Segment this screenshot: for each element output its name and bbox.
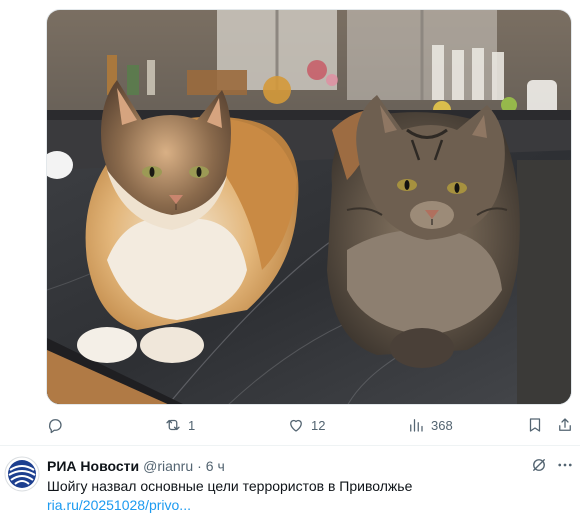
- tweet-divider: [0, 445, 580, 446]
- heart-icon: [290, 419, 302, 432]
- bar-chart-icon: [410, 419, 423, 432]
- repost-count: 1: [188, 417, 196, 433]
- cats-photo-image: [47, 10, 571, 404]
- tweet-text: Шойгу назвал основные цели террористов в…: [47, 478, 413, 494]
- share-icon: [559, 418, 571, 431]
- share-button[interactable]: [556, 412, 574, 438]
- views-count: 368: [431, 417, 453, 433]
- repost-button[interactable]: 1: [164, 412, 195, 438]
- ria-logo-icon: [4, 456, 40, 492]
- like-count: 12: [311, 417, 326, 433]
- grok-icon: [533, 459, 545, 471]
- reply-icon: [49, 419, 62, 434]
- grok-button[interactable]: [530, 456, 548, 474]
- more-dots-icon: [558, 463, 572, 467]
- tweet-time[interactable]: 6 ч: [206, 458, 225, 474]
- tweet-link[interactable]: ria.ru/20251028/privo...: [47, 497, 191, 513]
- avatar[interactable]: [4, 456, 40, 492]
- repost-icon: [166, 419, 180, 431]
- header-separator: ·: [197, 458, 202, 474]
- tweet-header: РИА Новости @rianru · 6 ч: [47, 458, 225, 474]
- bookmark-button[interactable]: [526, 412, 544, 438]
- more-options-button[interactable]: [556, 456, 574, 474]
- author-name[interactable]: РИА Новости: [47, 458, 139, 474]
- views-button[interactable]: 368: [407, 412, 453, 438]
- tweet-media-photo[interactable]: [46, 9, 572, 405]
- like-button[interactable]: 12: [287, 412, 325, 438]
- author-handle[interactable]: @rianru: [143, 458, 193, 474]
- tweet-action-bar: 1 12 368: [46, 412, 574, 438]
- bookmark-icon: [529, 418, 541, 432]
- reply-button[interactable]: [46, 412, 70, 438]
